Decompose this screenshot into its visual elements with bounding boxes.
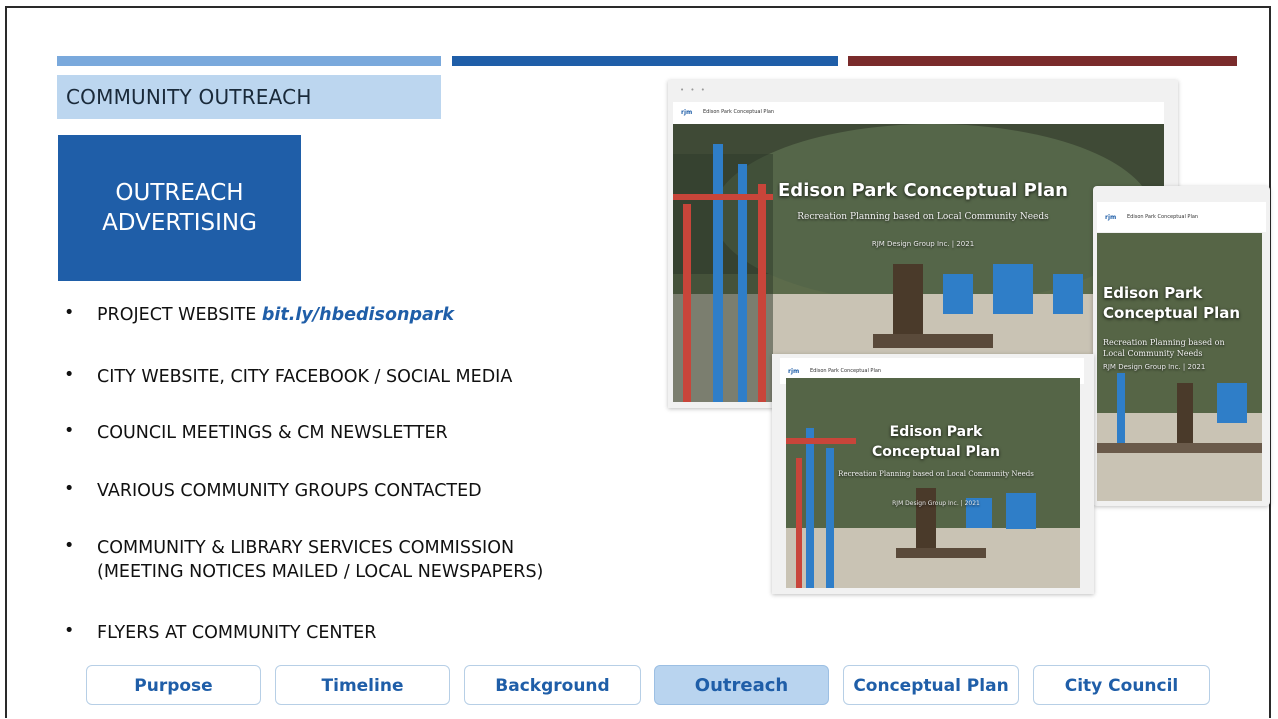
bullet-dot: • — [64, 303, 75, 323]
hero-sub-line-2: Local Community Needs — [1103, 349, 1203, 358]
header-bar-light-blue — [57, 56, 441, 66]
bullet-text: VARIOUS COMMUNITY GROUPS CONTACTED — [97, 481, 482, 501]
header-bar-blue — [452, 56, 838, 66]
project-website-link[interactable]: bit.ly/hbedisonpark — [262, 305, 454, 325]
bullet-dot: • — [64, 421, 75, 441]
bullet-text-line-2: (MEETING NOTICES MAILED / LOCAL NEWSPAPE… — [97, 562, 544, 582]
header-bar-maroon — [848, 56, 1237, 66]
bullet-item: • COUNCIL MEETINGS & CM NEWSLETTER — [64, 421, 448, 445]
hero-org: RJM Design Group Inc. | 2021 — [871, 240, 975, 248]
bullet-item: • FLYERS AT COMMUNITY CENTER — [64, 621, 376, 645]
hero-subtitle: Recreation Planning based on Local Commu… — [1103, 337, 1258, 359]
nav-button-conceptual-plan[interactable]: Conceptual Plan — [843, 665, 1019, 705]
bullet-text: COUNCIL MEETINGS & CM NEWSLETTER — [97, 423, 448, 443]
bullet-dot: • — [64, 365, 75, 385]
phone-mockup: rjm Edison Park Conceptual Plan Edison P… — [1093, 186, 1270, 506]
hero-sub-line-1: Recreation Planning based on — [1103, 338, 1225, 347]
hero-title: Edison Park Conceptual Plan — [778, 180, 1068, 201]
hero-subtitle: Recreation Planning based on Local Commu… — [838, 470, 1034, 478]
window-dots-icon: • • • — [680, 86, 707, 94]
site-logo: rjm — [788, 368, 800, 375]
hero-image: Edison Park Conceptual Plan Recreation P… — [1097, 233, 1262, 501]
site-name: Edison Park Conceptual Plan — [703, 109, 775, 115]
bullet-text: FLYERS AT COMMUNITY CENTER — [97, 623, 377, 643]
nav-button-purpose[interactable]: Purpose — [86, 665, 261, 705]
site-logo: rjm — [1105, 214, 1117, 221]
bullet-dot: • — [64, 621, 75, 641]
hero-org: RJM Design Group Inc. | 2021 — [1103, 363, 1206, 371]
bullet-item: • VARIOUS COMMUNITY GROUPS CONTACTED — [64, 479, 482, 503]
hero-title-line-1: Edison Park — [889, 424, 983, 440]
hero-title: Edison Park Conceptual Plan — [1103, 283, 1258, 323]
site-header: rjm Edison Park Conceptual Plan — [1097, 202, 1266, 232]
bullet-item: • CITY WEBSITE, CITY FACEBOOK / SOCIAL M… — [64, 365, 512, 389]
hero-title-line-2: Conceptual Plan — [1103, 304, 1241, 322]
hero-title-line-1: Edison Park — [1103, 284, 1203, 302]
hero-image: Edison Park Conceptual Plan Recreation P… — [786, 378, 1080, 588]
nav-button-city-council[interactable]: City Council — [1033, 665, 1210, 705]
hero-org: RJM Design Group Inc. | 2021 — [892, 500, 980, 507]
hero-title-line-2: Conceptual Plan — [872, 444, 1000, 460]
subtitle-box: OUTREACH ADVERTISING — [58, 135, 301, 281]
hero-title: Edison Park Conceptual Plan — [826, 422, 1046, 462]
park-photo — [786, 378, 1080, 588]
nav-button-outreach[interactable]: Outreach — [654, 665, 829, 705]
subtitle-line-2: ADVERTISING — [102, 210, 257, 236]
bullet-text: COMMUNITY & LIBRARY SERVICES COMMISSION — [97, 538, 515, 558]
site-name: Edison Park Conceptual Plan — [1127, 214, 1199, 220]
bullet-item: • COMMUNITY & LIBRARY SERVICES COMMISSIO… — [64, 536, 543, 584]
site-header: rjm Edison Park Conceptual Plan — [673, 102, 1164, 124]
hero-subtitle: Recreation Planning based on Local Commu… — [797, 212, 1049, 222]
subtitle-line-1: OUTREACH — [115, 180, 244, 206]
site-logo: rjm — [681, 109, 693, 116]
bullet-text: PROJECT WEBSITE — [97, 305, 257, 325]
site-name: Edison Park Conceptual Plan — [810, 368, 882, 374]
bullet-dot: • — [64, 536, 75, 556]
nav-button-background[interactable]: Background — [464, 665, 641, 705]
bullet-dot: • — [64, 479, 75, 499]
section-label: COMMUNITY OUTREACH — [57, 75, 441, 119]
tablet-mockup: rjm Edison Park Conceptual Plan Edison P… — [772, 354, 1094, 594]
bullet-item: • PROJECT WEBSITE bit.ly/hbedisonpark — [64, 303, 454, 327]
nav-button-timeline[interactable]: Timeline — [275, 665, 450, 705]
bullet-text: CITY WEBSITE, CITY FACEBOOK / SOCIAL MED… — [97, 367, 513, 387]
